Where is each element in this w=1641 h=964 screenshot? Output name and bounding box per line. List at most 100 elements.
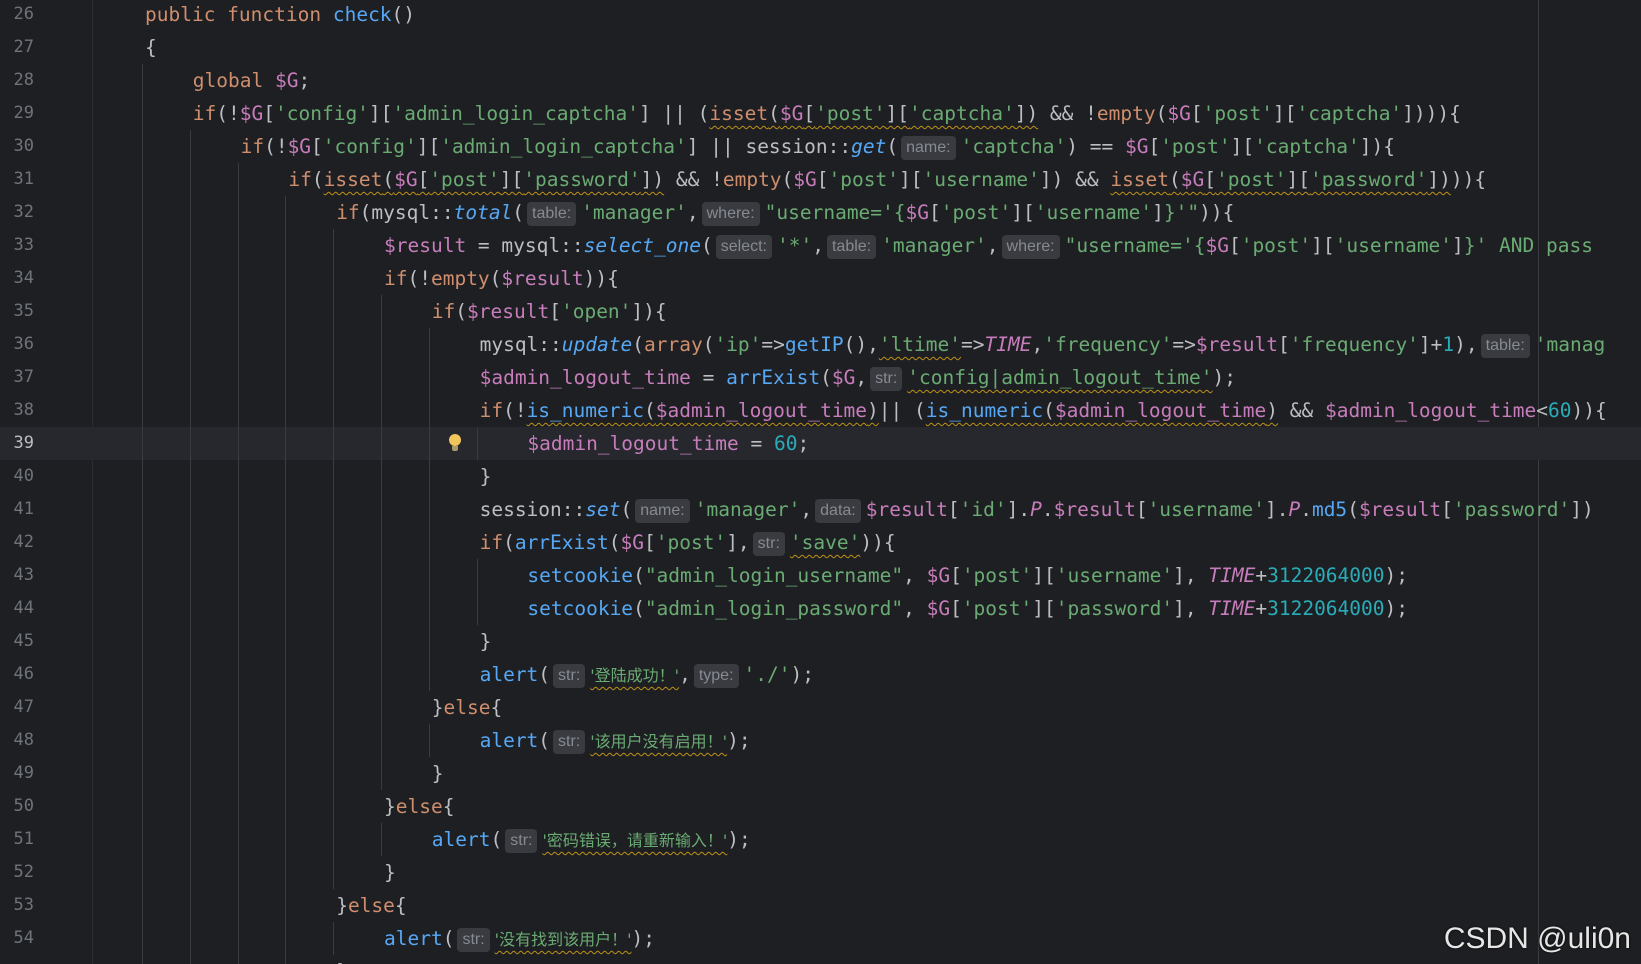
code-text[interactable]: if(mysql::total(table:'manager', where: "u…	[336, 196, 1234, 229]
code-text[interactable]: }else{	[384, 790, 454, 823]
code-line[interactable]: 41 session::set(name:'manager', data: $resu…	[0, 493, 1641, 526]
code-token: 'frequency'	[1043, 333, 1173, 356]
code-line[interactable]: 28 global $G;	[0, 64, 1641, 97]
code-line[interactable]: 48 alert(str: '该用户没有启用！');	[0, 724, 1641, 757]
line-number[interactable]: 51	[0, 823, 34, 856]
code-line[interactable]: 38 if(!is_numeric($admin_logout_time)|| (…	[0, 394, 1641, 427]
line-number[interactable]: 40	[0, 460, 34, 493]
line-number[interactable]: 33	[0, 229, 34, 262]
line-number[interactable]: 41	[0, 493, 34, 526]
code-text[interactable]: }	[432, 757, 444, 790]
code-text[interactable]: }	[480, 625, 492, 658]
code-text[interactable]: session::set(name:'manager', data: $result…	[480, 493, 1594, 526]
code-line[interactable]: 39 $admin_logout_time = 60;	[0, 427, 1641, 460]
line-number[interactable]: 54	[0, 922, 34, 955]
code-text[interactable]: $admin_logout_time = 60;	[527, 427, 809, 460]
line-number[interactable]: 35	[0, 295, 34, 328]
code-text[interactable]: if(!is_numeric($admin_logout_time)|| (is…	[480, 394, 1607, 427]
code-text[interactable]: if(!$G['config']['admin_login_captcha'] …	[241, 130, 1395, 163]
line-number[interactable]: 27	[0, 31, 34, 64]
code-text[interactable]: alert(str: '该用户没有启用！');	[480, 724, 751, 758]
code-text[interactable]: public function check()	[145, 0, 415, 31]
code-line[interactable]: 52}	[0, 856, 1641, 889]
line-number[interactable]: 37	[0, 361, 34, 394]
indent-guide	[189, 460, 191, 493]
code-line[interactable]: 47 }else{	[0, 691, 1641, 724]
line-number[interactable]: 42	[0, 526, 34, 559]
code-editor[interactable]: 26 public function check() 27 {28 global $G;…	[0, 0, 1641, 964]
code-line[interactable]: 33 $result = mysql::select_one(select: '*'…	[0, 229, 1641, 262]
line-number[interactable]: 53	[0, 889, 34, 922]
line-number[interactable]: 29	[0, 97, 34, 130]
code-line[interactable]: 27 {	[0, 31, 1641, 64]
line-number[interactable]: 44	[0, 592, 34, 625]
parameter-hint: table:	[826, 235, 877, 259]
line-number[interactable]: 45	[0, 625, 34, 658]
line-number[interactable]: 38	[0, 394, 34, 427]
code-text[interactable]: $admin_logout_time = arrExist($G, str:'co…	[480, 361, 1236, 394]
code-line[interactable]: 54 alert(str: '没有找到该用户！');	[0, 922, 1641, 955]
line-number[interactable]: 48	[0, 724, 34, 757]
line-number[interactable]: 26	[0, 0, 34, 31]
line-number[interactable]: 31	[0, 163, 34, 196]
code-token: if	[240, 135, 265, 158]
code-line[interactable]: 50 }else{	[0, 790, 1641, 823]
code-line[interactable]: 53 }else{	[0, 889, 1641, 922]
code-line[interactable]: 36 mysql::update(array('ip'=>getIP(),'lti…	[0, 328, 1641, 361]
line-number[interactable]: 46	[0, 658, 34, 691]
code-text[interactable]: alert(str: '没有找到该用户！');	[384, 922, 655, 956]
code-line[interactable]: 26 public function check()	[0, 0, 1641, 31]
code-line[interactable]: 30 if(!$G['config']['admin_login_captcha'…	[0, 130, 1641, 163]
line-number[interactable]: 50	[0, 790, 34, 823]
code-text[interactable]: alert(str: '登陆成功！', type: './');	[480, 658, 814, 692]
code-text[interactable]: }	[336, 955, 348, 964]
line-number[interactable]: 47	[0, 691, 34, 724]
code-line[interactable]: 32 if(mysql::total(table:'manager', where:…	[0, 196, 1641, 229]
code-text[interactable]: if($result['open']){	[432, 295, 667, 328]
code-text[interactable]: $result = mysql::select_one(select: '*', t…	[384, 229, 1593, 262]
code-text[interactable]: }	[384, 856, 396, 889]
code-text[interactable]: }else{	[336, 889, 406, 922]
line-number[interactable]: 30	[0, 130, 34, 163]
line-number[interactable]: 36	[0, 328, 34, 361]
code-text[interactable]: mysql::update(array('ip'=>getIP(),'ltime…	[480, 328, 1605, 361]
code-line[interactable]: 31 if(isset($G['post']['password']) && !e…	[0, 163, 1641, 196]
code-line[interactable]: 46 alert(str: '登陆成功！', type: './');	[0, 658, 1641, 691]
code-line[interactable]: 42 if(arrExist($G['post'], str:'save')){	[0, 526, 1641, 559]
line-number[interactable]: 28	[0, 64, 34, 97]
code-text[interactable]: global $G;	[193, 64, 310, 97]
code-token: 3122064000	[1267, 564, 1385, 587]
line-number[interactable]: 43	[0, 559, 34, 592]
line-number[interactable]: 32	[0, 196, 34, 229]
code-line[interactable]: }	[0, 955, 1641, 964]
code-token: ],	[1173, 597, 1209, 620]
code-token: ][	[1032, 564, 1056, 587]
code-text[interactable]: if(isset($G['post']['password']) && !emp…	[288, 163, 1486, 196]
code-line[interactable]: 43 setcookie("admin_login_username", $G['…	[0, 559, 1641, 592]
code-line[interactable]: 44 setcookie("admin_login_password", $G['…	[0, 592, 1641, 625]
line-number[interactable]: 49	[0, 757, 34, 790]
code-text[interactable]: if(!$G['config']['admin_login_captcha'] …	[193, 97, 1461, 130]
indent-guide	[237, 922, 239, 955]
code-line[interactable]: 34 if(!empty($result)){	[0, 262, 1641, 295]
code-line[interactable]: 45}	[0, 625, 1641, 658]
code-text[interactable]: alert(str: '密码错误，请重新输入！');	[432, 823, 751, 857]
code-line[interactable]: 35 if($result['open']){	[0, 295, 1641, 328]
indent-guide	[189, 823, 191, 856]
code-text[interactable]: if(!empty($result)){	[384, 262, 619, 295]
code-text[interactable]: }else{	[432, 691, 502, 724]
code-line[interactable]: 40}	[0, 460, 1641, 493]
code-text[interactable]: {	[145, 31, 157, 64]
code-line[interactable]: 49}	[0, 757, 1641, 790]
line-number[interactable]: 52	[0, 856, 34, 889]
lightbulb-icon[interactable]	[449, 434, 461, 451]
code-line[interactable]: 29 if(!$G['config']['admin_login_captcha'…	[0, 97, 1641, 130]
line-number[interactable]: 34	[0, 262, 34, 295]
line-number[interactable]: 39	[0, 427, 34, 460]
code-text[interactable]: }	[480, 460, 492, 493]
code-line[interactable]: 51 alert(str: '密码错误，请重新输入！');	[0, 823, 1641, 856]
code-text[interactable]: if(arrExist($G['post'], str:'save')){	[480, 526, 896, 559]
code-text[interactable]: setcookie("admin_login_username", $G['po…	[527, 559, 1408, 592]
code-line[interactable]: 37 $admin_logout_time = arrExist($G, str: '…	[0, 361, 1641, 394]
code-text[interactable]: setcookie("admin_login_password", $G['po…	[527, 592, 1408, 625]
